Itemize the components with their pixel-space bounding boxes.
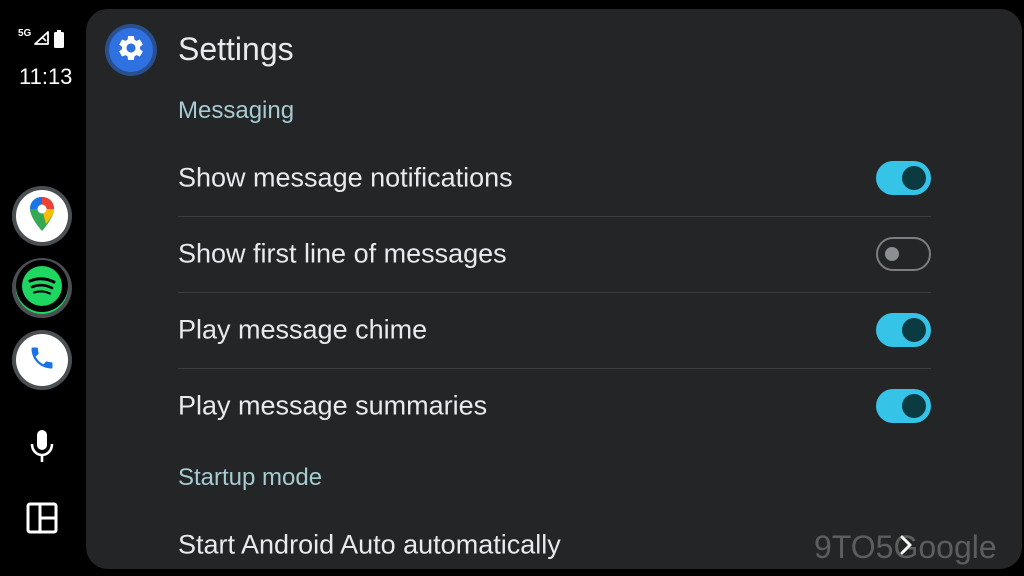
toggle-knob <box>885 247 899 261</box>
setting-label: Play message chime <box>178 314 428 345</box>
toggle-switch-on[interactable] <box>876 389 931 423</box>
spotify-app-disc <box>16 259 68 317</box>
maps-app-button[interactable] <box>12 186 72 246</box>
status-area: 5G 11:13 <box>16 28 73 89</box>
dashboard-icon <box>26 502 58 539</box>
toggle-switch-off[interactable] <box>876 237 931 271</box>
dashboard-button[interactable] <box>22 500 62 540</box>
settings-app-badge <box>105 24 157 76</box>
setting-show-message-notifications[interactable]: Show message notifications <box>178 140 931 217</box>
phone-icon <box>28 344 56 377</box>
maps-app-disc <box>16 190 68 242</box>
spotify-app-button[interactable] <box>12 258 72 318</box>
signal-icon <box>33 31 49 50</box>
clock: 11:13 <box>19 64 73 89</box>
phone-app-disc <box>16 334 68 386</box>
setting-label: Show message notifications <box>178 162 513 193</box>
toggle-switch-on[interactable] <box>876 313 931 347</box>
toggle-knob <box>902 394 926 418</box>
setting-label: Play message summaries <box>178 390 488 421</box>
setting-play-message-chime[interactable]: Play message chime <box>178 292 931 369</box>
setting-label: Show first line of messages <box>178 238 507 269</box>
battery-icon <box>54 30 64 53</box>
settings-app-badge-inner <box>109 28 153 72</box>
android-auto-screen: 5G 11:13 Settings Messaging Show message… <box>0 0 1024 576</box>
toggle-switch-on[interactable] <box>876 161 931 195</box>
setting-play-message-summaries[interactable]: Play message summaries <box>178 368 931 444</box>
setting-show-first-line-of-messages[interactable]: Show first line of messages <box>178 216 931 293</box>
phone-app-button[interactable] <box>12 330 72 390</box>
spotify-icon <box>16 259 68 317</box>
settings-panel: Settings Messaging Show message notifica… <box>86 9 1022 569</box>
page-title: Settings <box>178 31 294 67</box>
mic-icon <box>29 428 55 469</box>
section-header-startup-mode: Startup mode <box>178 464 323 491</box>
watermark: 9TO5Google <box>814 529 997 565</box>
voice-assistant-button[interactable] <box>22 428 62 468</box>
setting-label: Start Android Auto automatically <box>178 529 561 560</box>
toggle-knob <box>902 318 926 342</box>
app-rail: 5G 11:13 <box>0 0 84 576</box>
toggle-knob <box>902 166 926 190</box>
section-header-messaging: Messaging <box>178 97 295 124</box>
network-type: 5G <box>18 28 32 39</box>
gear-icon <box>116 33 146 68</box>
maps-icon <box>29 196 55 237</box>
